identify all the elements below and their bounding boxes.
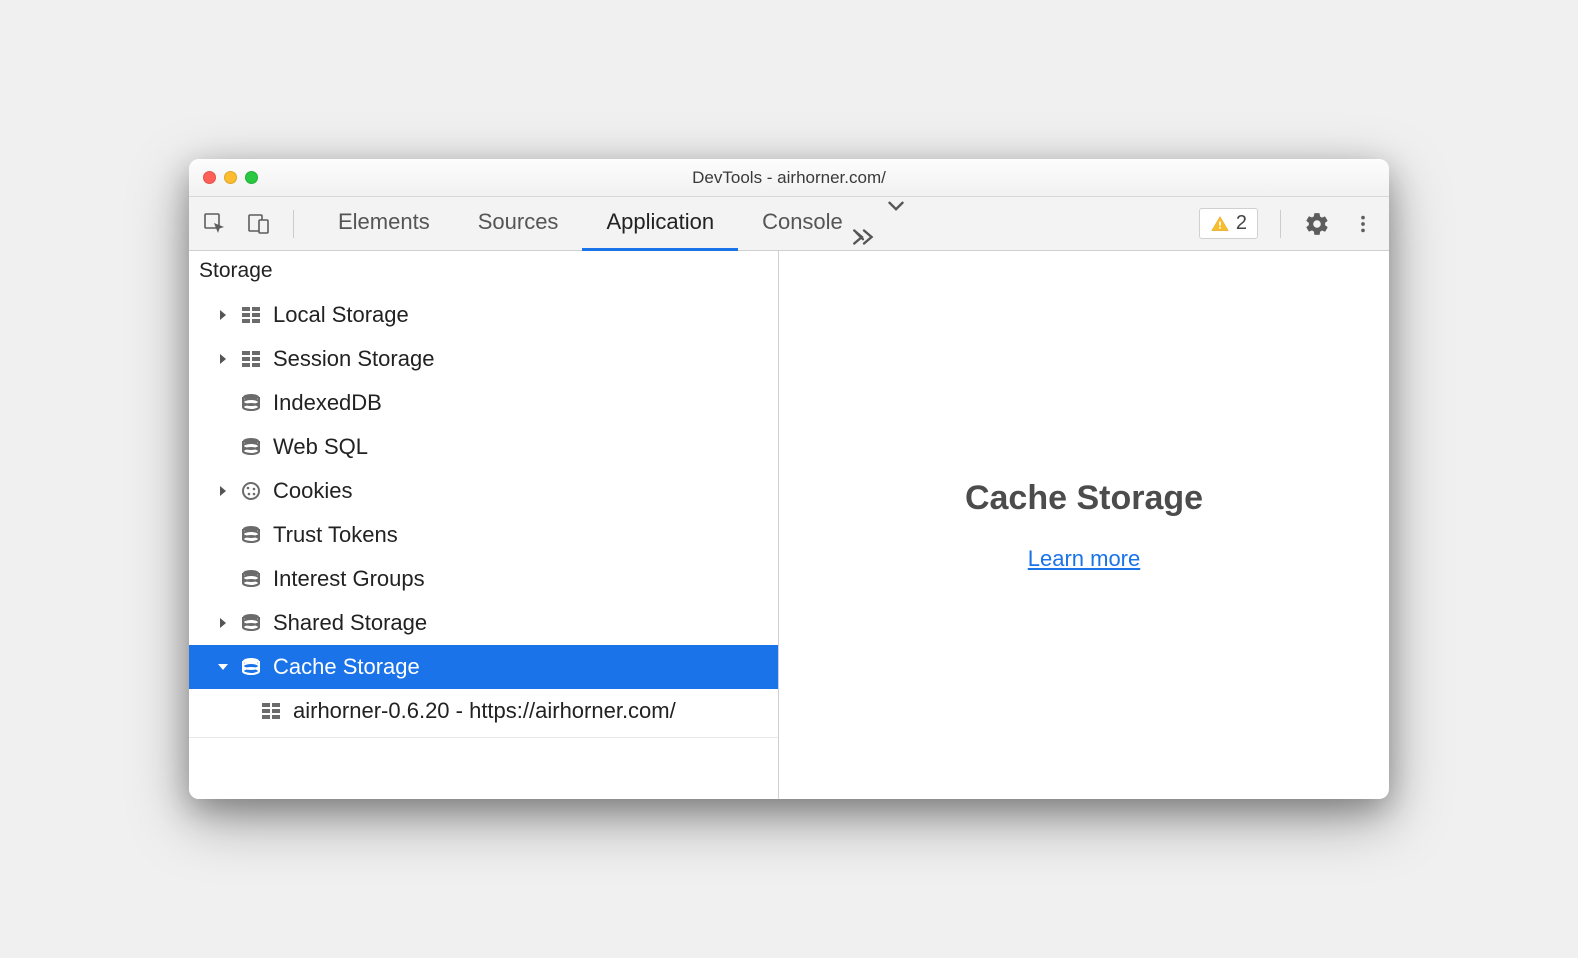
sidebar-item-label: Session Storage [273,346,434,372]
traffic-lights [189,171,258,184]
titlebar: DevTools - airhorner.com/ [189,159,1389,197]
tab-elements[interactable]: Elements [314,197,454,251]
device-toggle-icon[interactable] [245,210,273,238]
warning-icon [1210,214,1230,234]
sidebar-item-label: Cache Storage [273,654,420,680]
sidebar-item-label: Interest Groups [273,566,425,592]
toolbar-left: Elements Sources Application Console [201,193,925,255]
chevron-right-icon [217,310,229,320]
storage-tree: Local Storage Session Storage [189,293,778,799]
main-pane: Cache Storage Learn more [779,251,1389,799]
database-icon [239,437,263,457]
devtools-window: DevTools - airhorner.com/ Elements Sourc… [189,159,1389,799]
minimize-button[interactable] [224,171,237,184]
issues-badge[interactable]: 2 [1199,208,1258,239]
toolbar-divider-2 [1280,210,1281,238]
sidebar-item-label: airhorner-0.6.20 - https://airhorner.com… [293,698,676,724]
inspect-icon[interactable] [201,210,229,238]
gear-icon[interactable] [1303,210,1331,238]
chevron-down-icon [217,662,229,672]
main-heading: Cache Storage [965,479,1203,518]
database-icon [239,657,263,677]
grid-icon [259,701,283,721]
toolbar-right: 2 [1199,208,1377,239]
tab-application[interactable]: Application [582,197,738,251]
sidebar-header: Storage [189,251,778,293]
sidebar-item-shared-storage[interactable]: Shared Storage [189,601,778,645]
toolbar: Elements Sources Application Console [189,197,1389,251]
sidebar-item-cache-storage[interactable]: Cache Storage [189,645,778,689]
kebab-menu-icon[interactable] [1349,210,1377,238]
chevron-right-icon [217,354,229,364]
tab-console[interactable]: Console [738,197,867,251]
window-title: DevTools - airhorner.com/ [189,168,1389,188]
database-icon [239,569,263,589]
content: Storage Local Storage [189,251,1389,799]
database-icon [239,613,263,633]
chevron-right-icon [217,486,229,496]
grid-icon [239,305,263,325]
sidebar-item-label: Trust Tokens [273,522,398,548]
sidebar-item-web-sql[interactable]: Web SQL [189,425,778,469]
issues-count: 2 [1236,212,1247,235]
database-icon [239,393,263,413]
sidebar-item-cookies[interactable]: Cookies [189,469,778,513]
sidebar-item-local-storage[interactable]: Local Storage [189,293,778,337]
database-icon [239,525,263,545]
learn-more-link[interactable]: Learn more [1028,546,1141,572]
sidebar: Storage Local Storage [189,251,779,799]
cookie-icon [239,481,263,501]
close-button[interactable] [203,171,216,184]
grid-icon [239,349,263,369]
sidebar-item-session-storage[interactable]: Session Storage [189,337,778,381]
sidebar-item-label: Local Storage [273,302,409,328]
sidebar-item-indexeddb[interactable]: IndexedDB [189,381,778,425]
sidebar-item-label: Web SQL [273,434,368,460]
sidebar-item-trust-tokens[interactable]: Trust Tokens [189,513,778,557]
chevron-right-icon [217,618,229,628]
sidebar-item-label: Cookies [273,478,352,504]
sidebar-item-label: Shared Storage [273,610,427,636]
sidebar-item-cache-entry[interactable]: airhorner-0.6.20 - https://airhorner.com… [189,689,778,733]
toolbar-divider [293,210,294,238]
tree-divider [189,737,778,738]
sidebar-item-interest-groups[interactable]: Interest Groups [189,557,778,601]
tabs: Elements Sources Application Console [314,193,925,255]
sidebar-item-label: IndexedDB [273,390,382,416]
tab-sources[interactable]: Sources [454,197,583,251]
more-tabs-icon[interactable] [867,193,925,255]
maximize-button[interactable] [245,171,258,184]
